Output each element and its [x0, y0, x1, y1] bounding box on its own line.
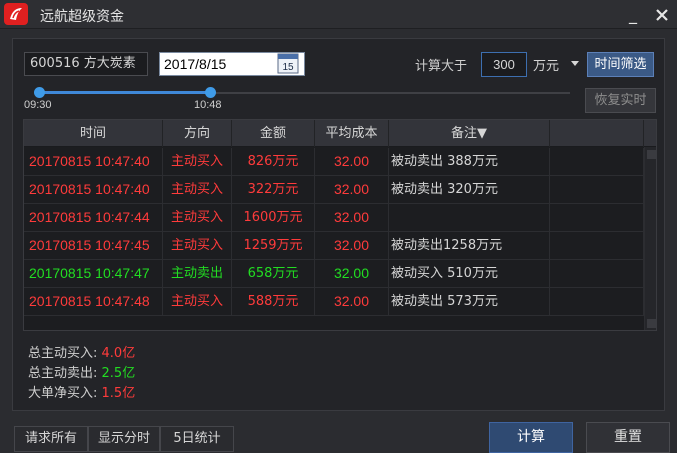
restore-realtime-button[interactable]: 恢复实时 [585, 88, 656, 113]
five-day-stats-button[interactable]: 5日统计 [160, 426, 234, 452]
row-avg-cost: 32.00 [315, 260, 389, 287]
row-time: 20170815 10:47:40 [24, 148, 163, 175]
row-blank [550, 204, 644, 231]
row-time: 20170815 10:47:40 [24, 176, 163, 203]
row-blank [550, 288, 644, 315]
row-amount: 1600万元 [232, 204, 315, 231]
summary-buy-value: 4.0亿 [101, 346, 136, 361]
column-header-blank [550, 120, 644, 147]
summary-sell-value: 2.5亿 [101, 366, 136, 381]
table-row[interactable]: 20170815 10:47:45 主动买入 1259万元 32.00 被动卖出1258… [24, 232, 644, 260]
chevron-down-icon[interactable] [571, 61, 579, 66]
row-blank [550, 232, 644, 259]
row-time: 20170815 10:47:44 [24, 204, 163, 231]
summary-sell: 总主动卖出: 2.5亿 [28, 362, 135, 381]
time-slider-end-handle[interactable] [204, 87, 216, 98]
row-time: 20170815 10:47:45 [24, 232, 163, 259]
row-blank [550, 176, 644, 203]
calendar-day-label: 15 [282, 62, 294, 73]
stock-code-field[interactable]: 600516 方大炭素 [24, 52, 148, 76]
minimize-button[interactable]: _ [622, 4, 644, 26]
window-title: 远航超级资金 [40, 9, 124, 25]
row-direction: 主动买入 [163, 176, 232, 203]
time-filter-button[interactable]: 时间筛选 [587, 52, 654, 77]
row-note: 被动卖出1258万元 [389, 232, 550, 259]
row-blank [550, 148, 644, 175]
table-row[interactable]: 20170815 10:47:47 主动卖出 658万元 32.00 被动买入 510万… [24, 260, 644, 288]
row-avg-cost: 32.00 [315, 232, 389, 259]
row-note: 被动买入 510万元 [389, 260, 550, 287]
row-note: 被动卖出 573万元 [389, 288, 550, 315]
summary-net-label: 大单净买入: [28, 386, 102, 401]
row-amount: 658万元 [232, 260, 315, 287]
calculate-button[interactable]: 计算 [489, 422, 573, 453]
table-scrollbar[interactable] [644, 147, 656, 330]
request-all-button[interactable]: 请求所有 [14, 426, 88, 452]
close-icon [656, 9, 668, 21]
summary-buy-label: 总主动买入: [28, 346, 102, 361]
row-blank [550, 260, 644, 287]
reset-button[interactable]: 重置 [586, 422, 670, 453]
title-bar: 远航超级资金 _ [0, 0, 677, 29]
unit-select[interactable]: 万元 [533, 55, 559, 74]
row-avg-cost: 32.00 [315, 204, 389, 231]
column-header-amount[interactable]: 金额 [232, 120, 315, 147]
row-time: 20170815 10:47:47 [24, 260, 163, 287]
row-amount: 826万元 [232, 148, 315, 175]
slider-end-label: 10:48 [194, 99, 222, 111]
close-button[interactable] [650, 3, 674, 27]
amount-threshold-input[interactable]: 300 [481, 52, 527, 77]
table-header: 时间 方向 金额 平均成本 备注▼ [24, 120, 656, 147]
scroll-up-arrow[interactable] [647, 150, 656, 159]
trade-table: 时间 方向 金额 平均成本 备注▼ 20170815 10:47:40 主动买入 8… [23, 119, 657, 331]
calc-threshold-label: 计算大于 [415, 59, 468, 74]
summary-sell-label: 总主动卖出: [28, 366, 102, 381]
calendar-icon[interactable]: 15 [277, 53, 299, 74]
table-row[interactable]: 20170815 10:47:44 主动买入 1600万元 32.00 [24, 204, 644, 232]
table-row[interactable]: 20170815 10:47:40 主动买入 826万元 32.00 被动卖出 388万… [24, 148, 644, 176]
slider-start-label: 09:30 [24, 99, 52, 111]
row-direction: 主动买入 [163, 148, 232, 175]
app-logo-icon [4, 3, 28, 25]
summary-net-value: 1.5亿 [101, 386, 136, 401]
row-direction: 主动卖出 [163, 260, 232, 287]
table-row[interactable]: 20170815 10:47:40 主动买入 322万元 32.00 被动卖出 320万… [24, 176, 644, 204]
row-amount: 588万元 [232, 288, 315, 315]
row-time: 20170815 10:47:48 [24, 288, 163, 315]
row-direction: 主动买入 [163, 204, 232, 231]
row-note [389, 204, 550, 231]
table-row[interactable]: 20170815 10:47:48 主动买入 588万元 32.00 被动卖出 573万… [24, 288, 644, 316]
show-minute-chart-button[interactable]: 显示分时 [88, 426, 160, 452]
time-slider-fill [39, 91, 209, 94]
row-avg-cost: 32.00 [315, 288, 389, 315]
row-avg-cost: 32.00 [315, 176, 389, 203]
row-direction: 主动买入 [163, 232, 232, 259]
summary-buy: 总主动买入: 4.0亿 [28, 342, 135, 361]
row-note: 被动卖出 388万元 [389, 148, 550, 175]
time-slider-start-handle[interactable] [34, 87, 45, 98]
row-amount: 322万元 [232, 176, 315, 203]
row-direction: 主动买入 [163, 288, 232, 315]
scroll-down-arrow[interactable] [647, 319, 656, 328]
column-header-direction[interactable]: 方向 [163, 120, 232, 147]
row-avg-cost: 32.00 [315, 148, 389, 175]
column-header-avg-cost[interactable]: 平均成本 [315, 120, 389, 147]
row-note: 被动卖出 320万元 [389, 176, 550, 203]
summary-net: 大单净买入: 1.5亿 [28, 382, 135, 401]
column-header-time[interactable]: 时间 [24, 120, 163, 147]
column-header-note[interactable]: 备注▼ [389, 120, 550, 147]
row-amount: 1259万元 [232, 232, 315, 259]
